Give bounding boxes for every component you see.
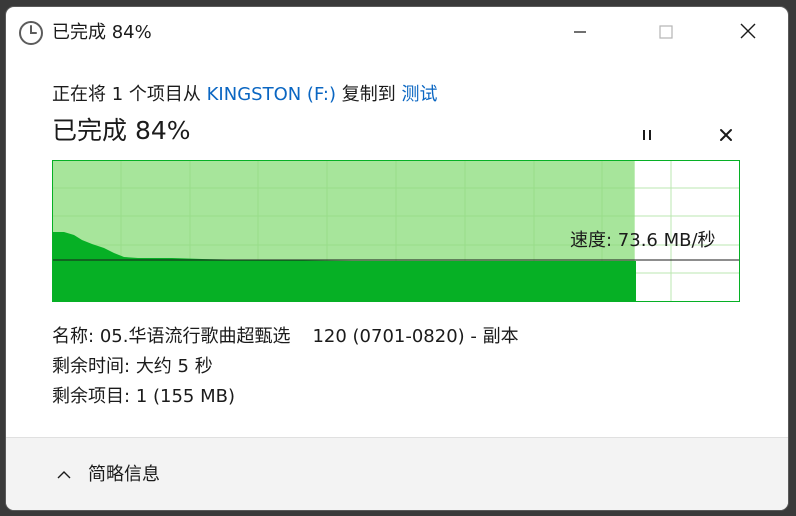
cancel-button[interactable] <box>711 121 741 151</box>
file-name-row: 名称: 05.华语流行歌曲超甄选 120 (0701-0820) - 副本 <box>52 325 519 349</box>
time-remaining-row: 剩余时间: 大约 5 秒 <box>52 355 213 379</box>
pause-button[interactable] <box>632 121 662 151</box>
name-value: 05.华语流行歌曲超甄选 <box>99 326 291 347</box>
copy-progress-window: 已完成 84% 正在将 1 个项目从 KINGSTON (F:) 复制到 测试 … <box>6 7 788 510</box>
maximize-icon <box>659 24 673 43</box>
cancel-icon <box>719 127 733 146</box>
window-title: 已完成 84% <box>52 22 152 43</box>
items-label: 剩余项目: <box>52 386 131 407</box>
close-icon <box>740 23 756 43</box>
destination-link[interactable]: 测试 <box>401 84 437 105</box>
time-value: 大约 5 秒 <box>135 356 213 377</box>
name-label: 名称: <box>52 326 95 347</box>
graph-solid-fill <box>52 261 636 302</box>
footer-bar: 简略信息 <box>6 437 788 510</box>
close-window-button[interactable] <box>708 7 788 59</box>
minimize-button[interactable] <box>540 7 620 59</box>
title-bar[interactable]: 已完成 84% <box>6 7 788 59</box>
clock-icon <box>18 20 44 46</box>
chevron-up-icon <box>54 465 74 485</box>
name-suffix: 120 (0701-0820) - 副本 <box>312 326 519 347</box>
copy-description: 正在将 1 个项目从 KINGSTON (F:) 复制到 测试 <box>52 83 437 107</box>
time-label: 剩余时间: <box>52 356 131 377</box>
speed-label: 速度: 73.6 MB/秒 <box>570 230 716 251</box>
fewer-details-button[interactable]: 简略信息 <box>54 460 160 490</box>
fewer-details-label: 简略信息 <box>88 464 160 485</box>
progress-status: 已完成 84% <box>52 116 191 145</box>
copy-middle: 复制到 <box>336 84 402 105</box>
items-remaining-row: 剩余项目: 1 (155 MB) <box>52 385 235 409</box>
copy-prefix: 正在将 1 个项目从 <box>52 84 207 105</box>
items-value: 1 (155 MB) <box>135 386 235 407</box>
maximize-button[interactable] <box>626 7 706 59</box>
minimize-icon <box>573 24 587 43</box>
pause-icon <box>640 127 654 146</box>
source-link[interactable]: KINGSTON (F:) <box>207 84 336 105</box>
